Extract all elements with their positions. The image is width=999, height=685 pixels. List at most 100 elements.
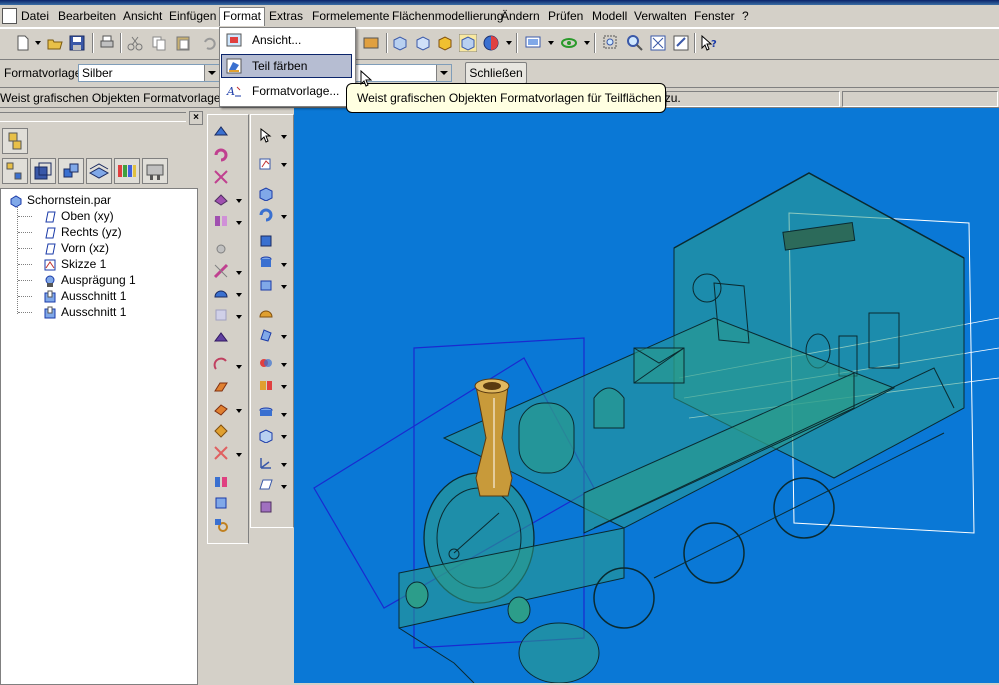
panel-grip[interactable] — [0, 112, 186, 122]
shaded-edges-icon[interactable] — [459, 34, 477, 52]
tree-item-part[interactable]: Schornstein.par — [9, 192, 111, 208]
dropdown-icon[interactable] — [236, 293, 242, 297]
cut-icon[interactable] — [126, 34, 144, 52]
feature-pathfinder-tab[interactable] — [2, 128, 28, 154]
zoom-area-icon[interactable] — [362, 34, 380, 52]
revolve-icon[interactable] — [213, 147, 229, 163]
shaded-icon[interactable] — [436, 34, 454, 52]
dropdown-icon[interactable] — [236, 365, 242, 369]
tab-library[interactable] — [142, 158, 168, 184]
round-icon[interactable] — [213, 241, 229, 257]
menu-format[interactable]: Format — [219, 7, 266, 26]
render-dropdown-icon[interactable] — [506, 41, 512, 45]
menu-modell[interactable]: Modell — [589, 8, 630, 24]
dropdown-icon[interactable] — [281, 263, 287, 267]
menu-ansicht[interactable]: Ansicht — [120, 8, 165, 24]
chevron-down-icon[interactable] — [204, 65, 219, 81]
split-icon[interactable] — [258, 377, 274, 393]
view-iso-icon[interactable] — [391, 34, 409, 52]
menu-bearbeiten[interactable]: Bearbeiten — [55, 8, 119, 24]
extrude-icon[interactable] — [258, 185, 274, 201]
undo-icon[interactable] — [200, 34, 218, 52]
menu-verwalten[interactable]: Verwalten — [631, 8, 690, 24]
dropdown-icon[interactable] — [236, 271, 242, 275]
tree-item-plane-top[interactable]: Oben (xy) — [43, 208, 114, 224]
dropdown-icon[interactable] — [236, 315, 242, 319]
pattern-icon[interactable] — [213, 445, 229, 461]
boolean-icon[interactable] — [258, 355, 274, 371]
paste-icon[interactable] — [174, 34, 192, 52]
dropdown-icon[interactable] — [281, 285, 287, 289]
menu-fenster[interactable]: Fenster — [691, 8, 738, 24]
thin-wall-icon[interactable] — [213, 213, 229, 229]
swept-icon[interactable] — [213, 357, 229, 373]
tab-sheets[interactable] — [86, 158, 112, 184]
render-icon[interactable] — [482, 34, 500, 52]
copy-part-icon[interactable] — [213, 495, 229, 511]
display-icon[interactable] — [524, 34, 542, 52]
menu-item-ansicht[interactable]: Ansicht... — [222, 29, 351, 51]
fit-icon[interactable] — [649, 34, 667, 52]
view-dimetric-icon[interactable] — [414, 34, 432, 52]
loft-icon[interactable] — [213, 379, 229, 395]
attach-icon[interactable] — [213, 517, 229, 533]
menu-item-teil-faerben[interactable]: Teil färben — [221, 54, 352, 78]
menu-aendern[interactable]: Ändern — [498, 8, 543, 24]
coordinate-system-icon[interactable] — [258, 455, 274, 471]
app-icon[interactable] — [2, 8, 17, 24]
save-icon[interactable] — [68, 34, 86, 52]
close-button[interactable]: Schließen — [465, 62, 527, 84]
tab-colors[interactable] — [114, 158, 140, 184]
menu-extras[interactable]: Extras — [266, 8, 306, 24]
dropdown-icon[interactable] — [281, 363, 287, 367]
menu-datei[interactable]: Datei — [18, 8, 52, 24]
helix-icon[interactable] — [213, 401, 229, 417]
menu-pruefen[interactable]: Prüfen — [545, 8, 586, 24]
new-file-icon[interactable] — [14, 34, 32, 52]
zoom-icon[interactable] — [626, 34, 644, 52]
menu-item-formatvorlage[interactable]: A Formatvorlage... — [222, 80, 351, 102]
chevron-down-icon[interactable] — [436, 65, 451, 81]
tree-item-protrusion[interactable]: Ausprägung 1 — [43, 272, 136, 288]
dropdown-icon[interactable] — [281, 413, 287, 417]
menu-formelemente[interactable]: Formelemente — [309, 8, 392, 24]
open-file-icon[interactable] — [46, 34, 64, 52]
cutout-tool-icon[interactable] — [213, 169, 229, 185]
thicken-icon[interactable] — [258, 405, 274, 421]
rotate-dropdown-icon[interactable] — [584, 41, 590, 45]
cylinder-icon[interactable] — [258, 255, 274, 271]
chamfer-icon[interactable] — [213, 263, 229, 279]
tab-tree[interactable] — [2, 158, 28, 184]
tree-item-plane-front[interactable]: Vorn (xz) — [43, 240, 109, 256]
tree-item-sketch[interactable]: Skizze 1 — [43, 256, 106, 272]
dropdown-icon[interactable] — [281, 485, 287, 489]
box-cut-icon[interactable] — [258, 277, 274, 293]
dropdown-icon[interactable] — [236, 409, 242, 413]
draft-icon[interactable] — [213, 285, 229, 301]
copy-icon[interactable] — [150, 34, 168, 52]
whats-this-help-icon[interactable]: ? — [700, 34, 718, 52]
dropdown-icon[interactable] — [281, 163, 287, 167]
tree-item-cutout-2[interactable]: Ausschnitt 1 — [43, 304, 126, 320]
tree-item-plane-right[interactable]: Rechts (yz) — [43, 224, 122, 240]
panel-close-icon[interactable]: × — [189, 111, 203, 125]
menu-flaechenmodellierung[interactable]: Flächenmodellierung — [389, 8, 506, 24]
revolve-protrusion-icon[interactable] — [258, 207, 274, 223]
pan-icon[interactable] — [672, 34, 690, 52]
thread-icon[interactable] — [258, 499, 274, 515]
select-arrow-icon[interactable] — [258, 127, 274, 143]
dropdown-icon[interactable] — [236, 221, 242, 225]
offset-icon[interactable] — [258, 427, 274, 443]
hole-icon[interactable] — [213, 191, 229, 207]
display-dropdown-icon[interactable] — [548, 41, 554, 45]
normal-protrusion-icon[interactable] — [213, 423, 229, 439]
print-icon[interactable] — [98, 34, 116, 52]
block-icon[interactable] — [258, 233, 274, 249]
dropdown-icon[interactable] — [236, 453, 242, 457]
tab-parts[interactable] — [58, 158, 84, 184]
dropdown-icon[interactable] — [236, 199, 242, 203]
rotate-view-icon[interactable] — [560, 34, 578, 52]
pathfinder-feature-icon[interactable] — [213, 125, 229, 141]
menu-einfuegen[interactable]: Einfügen — [166, 8, 219, 24]
dropdown-icon[interactable] — [281, 215, 287, 219]
